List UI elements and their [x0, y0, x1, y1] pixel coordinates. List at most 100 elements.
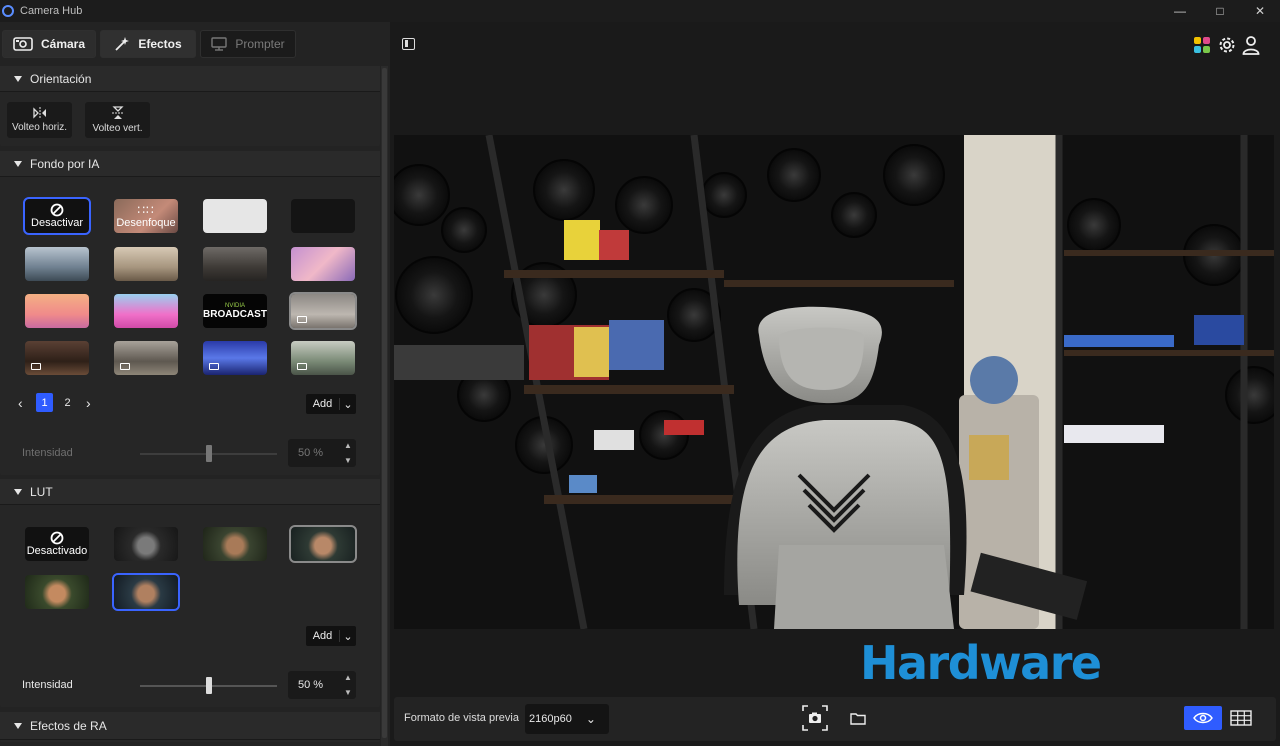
prev-page-icon[interactable]: ‹: [18, 395, 30, 411]
flip-vertical-icon: [111, 106, 124, 119]
lut-add-button[interactable]: Add ⌄: [306, 626, 356, 646]
lut-header[interactable]: LUT: [0, 479, 380, 505]
preview-toolbar: Formato de vista previa 2160p60 ⌄: [394, 697, 1276, 741]
chevron-down-icon[interactable]: ▼: [344, 688, 352, 697]
panel-scrollbar-thumb[interactable]: [382, 68, 387, 738]
bg-option-plants-room[interactable]: [291, 341, 355, 375]
eye-view-button[interactable]: [1184, 706, 1222, 730]
lut-intensity-value-field[interactable]: 50 % ▲ ▼: [288, 671, 356, 699]
bg-add-button[interactable]: Add ⌄: [306, 394, 356, 414]
collapse-panel-icon[interactable]: [402, 38, 415, 50]
lut-intensity-spinner[interactable]: ▲ ▼: [342, 673, 354, 697]
lut-title: LUT: [30, 484, 53, 499]
lut-option-warm[interactable]: [203, 527, 267, 561]
effects-palette-icon[interactable]: [1193, 36, 1211, 54]
bg-option-office[interactable]: [25, 247, 89, 281]
chevron-down-icon[interactable]: ⌄: [340, 630, 356, 643]
flip-horizontal-button[interactable]: Volteo horiz.: [7, 102, 72, 138]
preview-format-value: 2160p60: [529, 713, 572, 725]
bg-option-neon-room[interactable]: [203, 341, 267, 375]
bg-option-anime-room[interactable]: [291, 247, 355, 281]
bg-option-nvidia-broadcast[interactable]: NVIDIA BROADCAST: [203, 294, 267, 328]
bg-intensity-value: 50 %: [298, 447, 324, 459]
lut-option-vivid[interactable]: [25, 575, 89, 609]
tab-prompter-label: Prompter: [235, 37, 285, 51]
bg-option-living-room[interactable]: [114, 247, 178, 281]
window-title: Camera Hub: [20, 5, 83, 17]
bg-option-black[interactable]: [291, 199, 355, 233]
lut-option-off[interactable]: Desactivado: [25, 527, 89, 561]
video-camera-icon: [120, 363, 130, 370]
blur-icon: ∷∷: [137, 203, 155, 217]
bg-intensity-value-field[interactable]: 50 % ▲ ▼: [288, 439, 356, 467]
video-camera-icon: [297, 316, 307, 323]
lut-intensity-row: Intensidad 50 % ▲ ▼: [0, 671, 380, 701]
tab-prompter[interactable]: Prompter: [200, 30, 296, 58]
chevron-up-icon[interactable]: ▲: [344, 673, 352, 682]
page-2-button[interactable]: 2: [59, 393, 76, 412]
bg-pagination: ‹ 1 2 ›: [18, 393, 98, 412]
orientation-header[interactable]: Orientación: [0, 66, 380, 92]
ar-effects-header[interactable]: Efectos de RA: [0, 712, 380, 740]
bg-option-studio[interactable]: [203, 247, 267, 281]
page-1-button[interactable]: 1: [36, 393, 53, 412]
screenshot-capture-button[interactable]: [802, 705, 828, 731]
user-icon[interactable]: [1242, 35, 1260, 58]
lut-option-cinematic[interactable]: [289, 525, 357, 563]
disabled-icon: [50, 531, 64, 545]
title-bar: Camera Hub — □ ✕: [0, 0, 1280, 22]
bg-option-cafe[interactable]: [25, 341, 89, 375]
folder-icon[interactable]: [850, 712, 866, 728]
lut-intensity-slider-handle[interactable]: [205, 677, 212, 694]
bg-option-blur[interactable]: ∷∷ Desenfoque: [114, 199, 178, 233]
orientation-section: Orientación Volteo horiz. Volteo vert.: [0, 66, 380, 146]
close-button[interactable]: ✕: [1240, 0, 1280, 22]
lut-option-cool[interactable]: [112, 573, 180, 611]
flip-vertical-button[interactable]: Volteo vert.: [85, 102, 150, 138]
grid-icon: [1230, 710, 1252, 726]
tab-camera[interactable]: Cámara: [2, 30, 96, 58]
bg-intensity-spinner[interactable]: ▲ ▼: [342, 441, 354, 465]
collapse-triangle-icon: [14, 75, 22, 82]
lut-section: LUT Desactivado Add ⌄ Intensidad 50 % ▲ ▼: [0, 479, 380, 707]
maximize-button[interactable]: □: [1200, 0, 1240, 22]
ai-background-header[interactable]: Fondo por IA: [0, 151, 380, 177]
bg-option-loft[interactable]: [114, 341, 178, 375]
bg-option-pink-room[interactable]: [114, 294, 178, 328]
app-logo-icon: [2, 5, 14, 17]
flip-horizontal-label: Volteo horiz.: [11, 122, 68, 133]
next-page-icon[interactable]: ›: [86, 395, 98, 411]
chevron-up-icon[interactable]: ▲: [344, 441, 352, 450]
chevron-down-icon[interactable]: ⌄: [340, 398, 356, 411]
camera-icon: [13, 37, 33, 51]
preview-format-select[interactable]: 2160p60 ⌄: [525, 704, 609, 734]
camera-snapshot-icon: [802, 705, 828, 731]
lut-option-mono[interactable]: [114, 527, 178, 561]
bg-option-sunset-room[interactable]: [25, 294, 89, 328]
effects-panel: Cámara Efectos Prompter Orientación Volt…: [0, 22, 390, 746]
video-camera-icon: [209, 363, 219, 370]
bg-intensity-row: Intensidad 50 % ▲ ▼: [0, 439, 380, 469]
bg-intensity-label: Intensidad: [22, 447, 73, 459]
grid-view-button[interactable]: [1222, 706, 1260, 730]
chevron-down-icon[interactable]: ▼: [344, 456, 352, 465]
minimize-button[interactable]: —: [1160, 0, 1200, 22]
camera-preview[interactable]: [394, 135, 1274, 629]
ar-effects-title: Efectos de RA: [30, 718, 107, 733]
panel-scrollbar[interactable]: [381, 66, 388, 746]
video-camera-icon: [31, 363, 41, 370]
gear-icon[interactable]: [1217, 35, 1237, 58]
collapse-triangle-icon: [14, 722, 22, 729]
flip-vertical-label: Volteo vert.: [92, 123, 143, 134]
bg-off-label: Desactivar: [31, 217, 83, 229]
broadcast-label: BROADCAST: [203, 308, 267, 320]
tab-camera-label: Cámara: [40, 37, 86, 51]
bg-option-white[interactable]: [203, 199, 267, 233]
lut-off-label: Desactivado: [26, 545, 88, 557]
bg-option-minimal-room[interactable]: [289, 292, 357, 330]
tab-effects[interactable]: Efectos: [100, 30, 196, 58]
bg-intensity-slider-handle[interactable]: [205, 445, 212, 462]
bg-option-off[interactable]: Desactivar: [23, 197, 91, 235]
ai-background-section: Fondo por IA Desactivar ∷∷ Desenfoque NV…: [0, 151, 380, 475]
bg-blur-label: Desenfoque: [116, 217, 176, 229]
